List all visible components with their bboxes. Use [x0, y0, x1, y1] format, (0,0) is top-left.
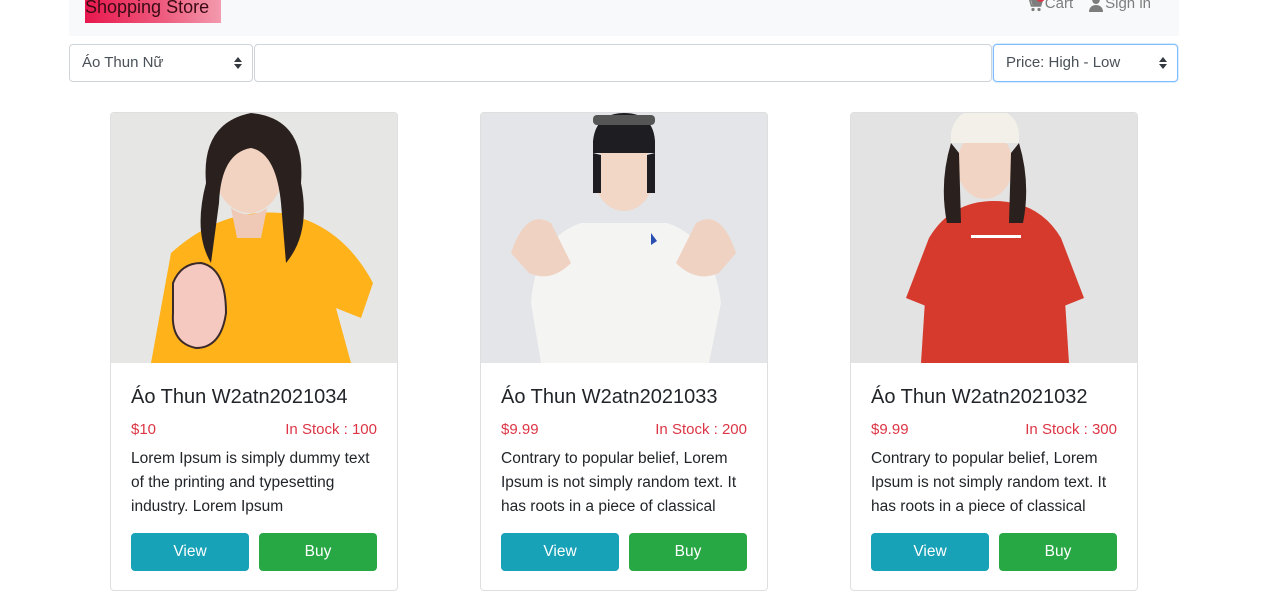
select-caret-icon: [234, 57, 242, 69]
cart-label: Cart: [1044, 0, 1074, 12]
product-title[interactable]: Áo Thun W2atn2021032: [871, 385, 1087, 409]
product-title[interactable]: Áo Thun W2atn2021033: [501, 385, 717, 409]
view-button[interactable]: View: [871, 533, 989, 571]
product-description: Contrary to popular belief, Lorem Ipsum …: [871, 450, 1107, 515]
category-select-value: Áo Thun Nữ: [82, 54, 164, 71]
brand-logo[interactable]: Shopping Store: [85, 0, 221, 23]
search-input[interactable]: [254, 44, 992, 82]
product-price: $9.99: [871, 421, 909, 438]
product-stock: In Stock : 200: [655, 421, 747, 438]
product-price: $9.99: [501, 421, 539, 438]
buy-button[interactable]: Buy: [629, 533, 747, 571]
product-stock: In Stock : 100: [285, 421, 377, 438]
user-icon: [1089, 0, 1104, 12]
cart-icon: [1026, 0, 1045, 12]
cart-link[interactable]: Cart: [1026, 0, 1073, 13]
product-title[interactable]: Áo Thun W2atn2021034: [131, 385, 347, 409]
product-image[interactable]: [851, 113, 1137, 363]
select-caret-icon: [1159, 57, 1167, 69]
navbar: Shopping Store Cart Sign in: [69, 0, 1179, 36]
product-stock: In Stock : 300: [1025, 421, 1117, 438]
buy-button[interactable]: Buy: [999, 533, 1117, 571]
product-description: Contrary to popular belief, Lorem Ipsum …: [501, 450, 737, 515]
product-image[interactable]: [481, 113, 767, 363]
product-card: Áo Thun W2atn2021033 $9.99 In Stock : 20…: [480, 112, 768, 591]
nav-right: Cart Sign in: [1026, 0, 1151, 14]
category-select[interactable]: Áo Thun Nữ: [69, 44, 253, 82]
product-image[interactable]: [111, 113, 397, 363]
view-button[interactable]: View: [501, 533, 619, 571]
buy-button[interactable]: Buy: [259, 533, 377, 571]
signin-label: Sign in: [1105, 0, 1151, 12]
product-card: Áo Thun W2atn2021034 $10 In Stock : 100 …: [110, 112, 398, 591]
sort-select[interactable]: Price: High - Low: [993, 44, 1178, 82]
signin-link[interactable]: Sign in: [1089, 0, 1151, 13]
product-price: $10: [131, 421, 157, 438]
sort-select-value: Price: High - Low: [1006, 54, 1121, 71]
product-description: Lorem Ipsum is simply dummy text of the …: [131, 450, 370, 515]
product-card: Áo Thun W2atn2021032 $9.99 In Stock : 30…: [850, 112, 1138, 591]
view-button[interactable]: View: [131, 533, 249, 571]
filter-bar: Áo Thun Nữ Price: High - Low: [69, 44, 1179, 82]
